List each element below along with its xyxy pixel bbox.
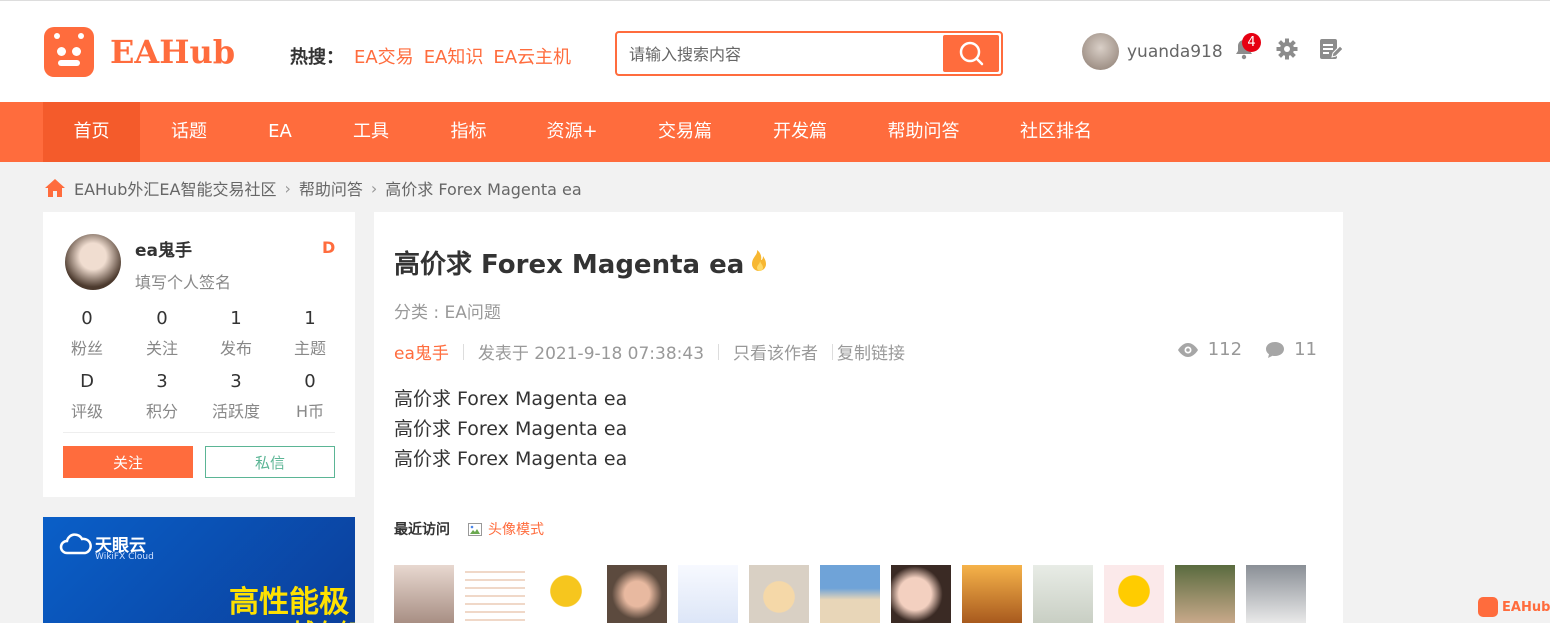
post-category[interactable]: 分类 : EA问题 bbox=[394, 298, 501, 323]
author-name[interactable]: ea鬼手 bbox=[135, 236, 192, 261]
stat-rating: D 评级 bbox=[70, 371, 103, 421]
hot-search-label: 热搜： bbox=[290, 47, 344, 68]
home-icon[interactable] bbox=[44, 178, 66, 198]
post-meta: ea鬼手 发表于 2021-9-18 07:38:43 只看该作者 复制链接 bbox=[394, 339, 905, 364]
avatar[interactable] bbox=[1082, 33, 1119, 70]
post-panel: 高价求 Forex Magenta ea 分类 : EA问题 ea鬼手 发表于 … bbox=[374, 212, 1343, 623]
hot-link-ea-knowledge[interactable]: EA知识 bbox=[424, 43, 484, 69]
robot-logo-icon bbox=[1478, 597, 1498, 617]
nav-resources[interactable]: 资源+ bbox=[517, 102, 627, 162]
search-icon bbox=[959, 41, 984, 66]
visitor-avatar[interactable] bbox=[1175, 565, 1235, 623]
visitor-avatar[interactable] bbox=[1246, 565, 1306, 623]
nav-ea[interactable]: EA bbox=[238, 102, 322, 162]
hot-link-ea-cloud[interactable]: EA云主机 bbox=[493, 43, 571, 69]
message-button[interactable]: 私信 bbox=[205, 446, 335, 478]
post-line: 高价求 Forex Magenta ea bbox=[394, 448, 628, 470]
eye-icon bbox=[1177, 342, 1198, 357]
cloud-logo-icon bbox=[59, 533, 92, 555]
floating-logo[interactable]: EAHub bbox=[1478, 597, 1550, 617]
notification-badge: 4 bbox=[1242, 33, 1261, 52]
search-box bbox=[615, 31, 1003, 76]
user-menu[interactable]: yuanda918 bbox=[1082, 33, 1223, 70]
nav-indicators[interactable]: 指标 bbox=[420, 102, 517, 162]
stat-points: 3 积分 bbox=[145, 371, 178, 421]
post-line: 高价求 Forex Magenta ea bbox=[394, 418, 628, 440]
follow-button[interactable]: 关注 bbox=[63, 446, 193, 478]
visitor-avatar[interactable] bbox=[962, 565, 1022, 623]
robot-logo-icon bbox=[44, 27, 94, 77]
nav-home[interactable]: 首页 bbox=[43, 102, 140, 162]
visitor-avatar[interactable] bbox=[1033, 565, 1093, 623]
breadcrumb-section[interactable]: 帮助问答 bbox=[299, 176, 363, 200]
stat-threads[interactable]: 1 主题 bbox=[280, 308, 340, 359]
breadcrumb-home[interactable]: EAHub外汇EA智能交易社区 bbox=[74, 176, 276, 200]
hot-search: 热搜： EA交易 EA知识 EA云主机 bbox=[290, 43, 571, 69]
author-avatar[interactable] bbox=[65, 234, 121, 290]
nav-ranking[interactable]: 社区排名 bbox=[990, 102, 1122, 162]
edit-post-icon[interactable] bbox=[1318, 37, 1342, 61]
view-count: 112 bbox=[1207, 339, 1243, 360]
divider bbox=[63, 432, 335, 433]
main-nav: 首页 话题 EA 工具 指标 资源+ 交易篇 开发篇 帮助问答 社区排名 bbox=[0, 102, 1550, 162]
hot-link-ea-trade[interactable]: EA交易 bbox=[354, 43, 414, 69]
logo-text: EAHub bbox=[110, 33, 236, 71]
stat-fans[interactable]: 0 粉丝 bbox=[57, 308, 117, 359]
top-header: EAHub 热搜： EA交易 EA知识 EA云主机 yuanda918 4 bbox=[0, 0, 1550, 102]
ad-headline-2: 越有钉 bbox=[291, 613, 355, 623]
breadcrumb-separator: › bbox=[370, 178, 378, 198]
reply-count: 11 bbox=[1294, 339, 1317, 360]
nav-topics[interactable]: 话题 bbox=[140, 102, 238, 162]
gear-icon[interactable] bbox=[1275, 37, 1299, 61]
recent-visitors-title: 最近访问 bbox=[394, 522, 450, 538]
visitor-avatar[interactable] bbox=[820, 565, 880, 623]
site-logo[interactable]: EAHub bbox=[44, 27, 235, 77]
visitor-avatar[interactable] bbox=[536, 565, 596, 623]
visitor-avatar[interactable] bbox=[749, 565, 809, 623]
post-date: 发表于 2021-9-18 07:38:43 bbox=[477, 344, 705, 364]
visitor-avatar[interactable] bbox=[678, 565, 738, 623]
breadcrumb: EAHub外汇EA智能交易社区 › 帮助问答 › 高价求 Forex Magen… bbox=[44, 176, 582, 200]
stat-coins: 0 H币 bbox=[295, 371, 325, 421]
image-icon bbox=[468, 522, 482, 536]
stat-following[interactable]: 0 关注 bbox=[132, 308, 192, 359]
author-card: ea鬼手 填写个人签名 D 0 粉丝 0 关注 1 发布 1 主题 D 评级 3 积分 3活… bbox=[43, 212, 355, 497]
copy-link-button[interactable]: 复制链接 bbox=[837, 339, 905, 364]
avatar-mode-toggle[interactable]: 头像模式 bbox=[468, 519, 544, 539]
author-level-badge: D bbox=[322, 238, 336, 257]
post-counts: 112 11 bbox=[1176, 339, 1317, 360]
nav-help[interactable]: 帮助问答 bbox=[857, 102, 990, 162]
visitor-avatar[interactable] bbox=[891, 565, 951, 623]
post-title: 高价求 Forex Magenta ea bbox=[394, 250, 745, 280]
recent-visitors-list bbox=[394, 565, 1306, 623]
search-input[interactable] bbox=[629, 43, 939, 65]
post-author-link[interactable]: ea鬼手 bbox=[394, 339, 449, 364]
nav-trading[interactable]: 交易篇 bbox=[627, 102, 743, 162]
ad-brand-sub: WikiFX Cloud bbox=[95, 552, 154, 562]
breadcrumb-current: 高价求 Forex Magenta ea bbox=[385, 180, 582, 199]
breadcrumb-separator: › bbox=[284, 178, 291, 198]
visitor-avatar[interactable] bbox=[465, 565, 525, 623]
comment-icon[interactable] bbox=[1264, 340, 1286, 360]
only-author-link[interactable]: 只看该作者 bbox=[733, 339, 818, 364]
visitor-avatar[interactable] bbox=[394, 565, 454, 623]
stat-posts[interactable]: 1 发布 bbox=[206, 308, 266, 359]
nav-tools[interactable]: 工具 bbox=[322, 102, 420, 162]
visitor-avatar[interactable] bbox=[607, 565, 667, 623]
post-content: 高价求 Forex Magenta ea 高价求 Forex Magenta e… bbox=[394, 384, 627, 474]
author-signature: 填写个人签名 bbox=[135, 273, 232, 292]
ad-banner[interactable]: 天眼云 WikiFX Cloud 高性能极 越有钉 bbox=[43, 517, 355, 623]
post-line: 高价求 Forex Magenta ea bbox=[394, 388, 628, 410]
recent-visitors-header: 最近访问 头像模式 bbox=[394, 519, 544, 539]
username[interactable]: yuanda918 bbox=[1127, 42, 1223, 62]
nav-development[interactable]: 开发篇 bbox=[743, 102, 857, 162]
search-button[interactable] bbox=[943, 35, 999, 72]
fire-hot-icon bbox=[752, 250, 766, 271]
visitor-avatar[interactable] bbox=[1104, 565, 1164, 623]
stat-activity: 3 活跃度 bbox=[211, 371, 260, 421]
